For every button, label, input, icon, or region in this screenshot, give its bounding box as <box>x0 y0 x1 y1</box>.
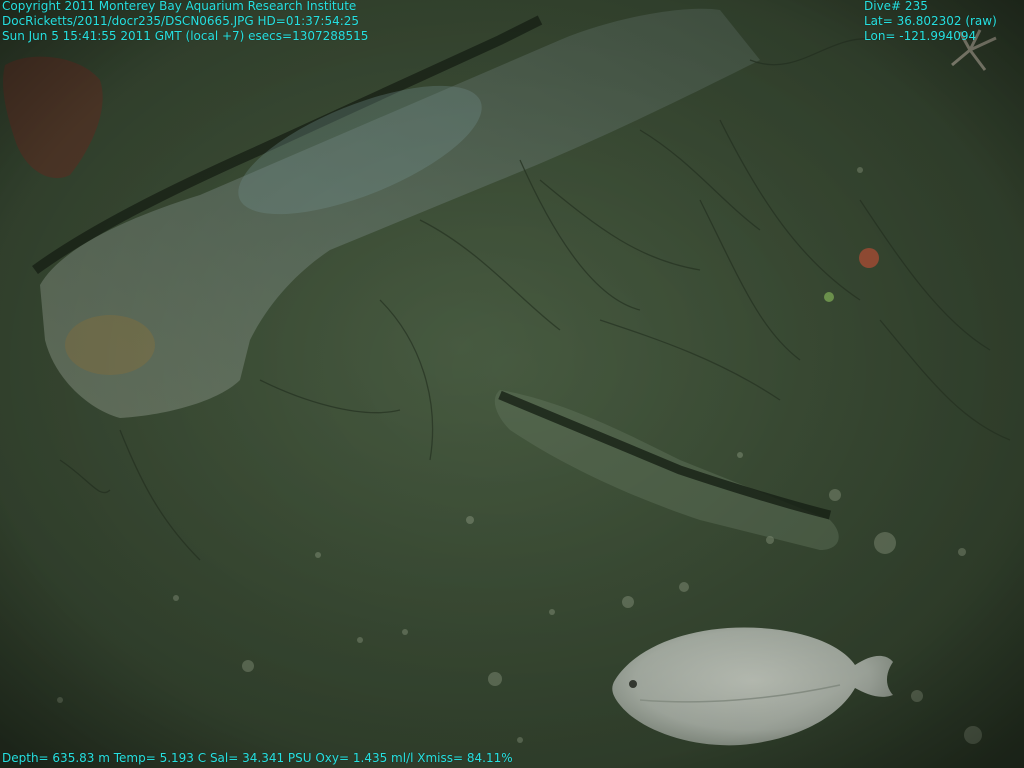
timestamp-text: Sun Jun 5 15:41:55 2011 GMT (local +7) e… <box>2 29 369 43</box>
seafloor-photo: Copyright 2011 Monterey Bay Aquarium Res… <box>0 0 1024 768</box>
overlay-top-right: Dive# 235 Lat= 36.802302 (raw) Lon= -121… <box>864 0 997 44</box>
overlay-top-left: Copyright 2011 Monterey Bay Aquarium Res… <box>2 0 368 44</box>
copyright-text: Copyright 2011 Monterey Bay Aquarium Res… <box>2 0 357 13</box>
file-info-text: DocRicketts/2011/docr235/DSCN0665.JPG HD… <box>2 14 360 28</box>
dive-number-text: Dive# 235 <box>864 0 928 13</box>
vignette <box>0 0 1024 768</box>
seafloor-scene <box>0 0 1024 768</box>
latitude-text: Lat= 36.802302 (raw) <box>864 14 997 28</box>
overlay-bottom: Depth= 635.83 m Temp= 5.193 C Sal= 34.34… <box>2 751 513 766</box>
longitude-text: Lon= -121.994094 <box>864 29 977 43</box>
sensor-readout-text: Depth= 635.83 m Temp= 5.193 C Sal= 34.34… <box>2 751 513 765</box>
